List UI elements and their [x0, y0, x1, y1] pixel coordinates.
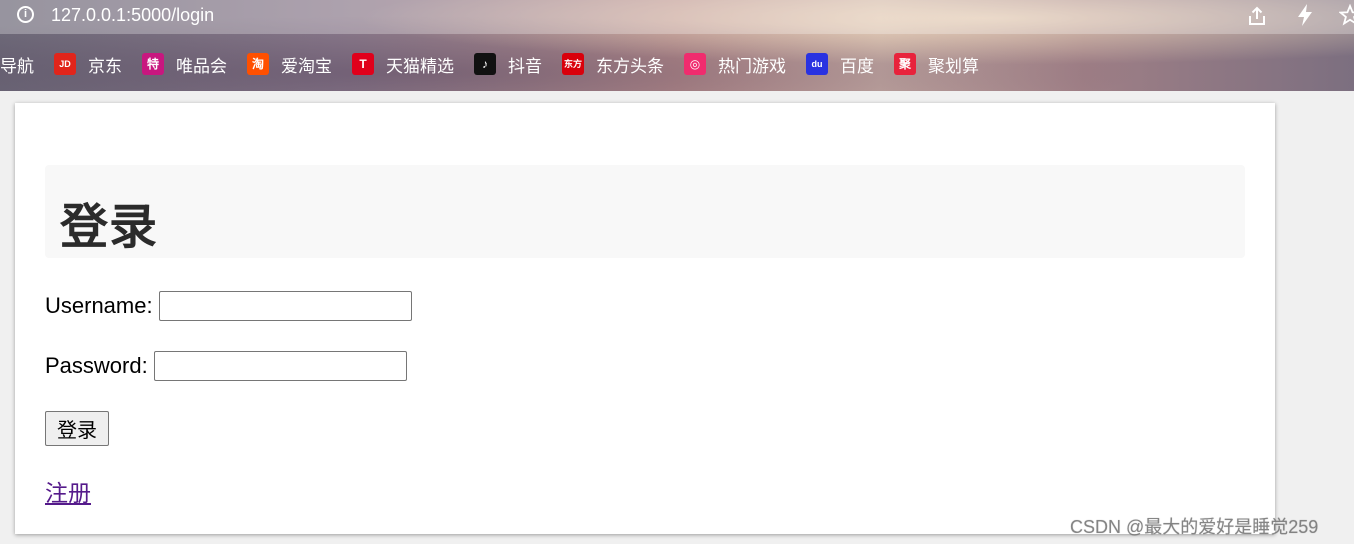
bookmark-favicon-icon: JD — [54, 53, 76, 75]
star-icon[interactable] — [1339, 4, 1354, 26]
register-link[interactable]: 注册 — [45, 474, 91, 508]
bookmark-label: 导航 — [0, 56, 34, 76]
info-icon[interactable]: i — [17, 6, 34, 23]
bookmark-favicon-icon: 淘 — [247, 53, 269, 75]
bookmark-item[interactable]: T 天猫精选 — [352, 52, 454, 77]
bookmark-item[interactable]: 导航 — [0, 52, 34, 77]
password-input[interactable] — [153, 351, 407, 381]
bookmark-label: 百度 — [840, 56, 874, 76]
bookmark-label: 热门游戏 — [718, 56, 786, 76]
share-icon[interactable] — [1246, 5, 1268, 27]
bookmark-item[interactable]: 聚聚划算 — [894, 52, 979, 77]
url-text[interactable]: 127.0.0.1:5000/login — [51, 5, 214, 26]
browser-chrome: i 127.0.0.1:5000/login 导航 JD 京东特唯品会淘爱淘宝 T 天猫… — [0, 0, 1354, 91]
password-label: Password: — [45, 353, 148, 378]
bookmark-favicon-icon: ♪ — [474, 53, 496, 75]
bookmark-item[interactable]: 特唯品会 — [142, 52, 227, 77]
bookmark-label: 抖音 — [508, 56, 542, 76]
bookmark-item[interactable]: du 百度 — [806, 52, 874, 77]
bookmark-favicon-icon: ◎ — [684, 53, 706, 75]
bookmark-label: 京东 — [88, 56, 122, 76]
lightning-icon[interactable] — [1295, 3, 1315, 27]
page-title: 登录 — [60, 201, 159, 254]
login-card: 登录 Username: Password: 登录 注册 — [15, 103, 1275, 534]
bookmark-label: 爱淘宝 — [281, 56, 332, 76]
watermark-text: CSDN @最大的爱好是睡觉259 — [1070, 517, 1319, 537]
username-row: Username: — [45, 291, 412, 321]
bookmark-favicon-icon: 特 — [142, 53, 164, 75]
bookmark-item[interactable]: 淘爱淘宝 — [247, 52, 332, 77]
username-input[interactable] — [158, 291, 412, 321]
bookmark-favicon-icon: 东方 — [562, 53, 584, 75]
username-label: Username: — [45, 293, 153, 318]
heading-banner: 登录 — [45, 165, 1245, 258]
bookmark-label: 天猫精选 — [386, 56, 454, 76]
login-button[interactable]: 登录 — [45, 411, 109, 446]
address-bar[interactable]: i 127.0.0.1:5000/login — [0, 0, 1354, 34]
bookmarks-bar: 导航 JD 京东特唯品会淘爱淘宝 T 天猫精选 ♪ 抖音 东方 东方头条 ◎ 热门游戏 du 百度聚聚划… — [0, 50, 999, 78]
bookmark-favicon-icon: du — [806, 53, 828, 75]
bookmark-item[interactable]: JD 京东 — [54, 52, 122, 77]
bookmark-label: 唯品会 — [176, 56, 227, 76]
bookmark-item[interactable]: ♪ 抖音 — [474, 52, 542, 77]
bookmark-favicon-icon: 聚 — [894, 53, 916, 75]
bookmark-label: 东方头条 — [596, 56, 664, 76]
bookmark-item[interactable]: ◎ 热门游戏 — [684, 52, 786, 77]
bookmark-label: 聚划算 — [928, 56, 979, 76]
bookmark-item[interactable]: 东方 东方头条 — [562, 52, 664, 77]
bookmark-favicon-icon: T — [352, 53, 374, 75]
password-row: Password: — [45, 351, 407, 381]
